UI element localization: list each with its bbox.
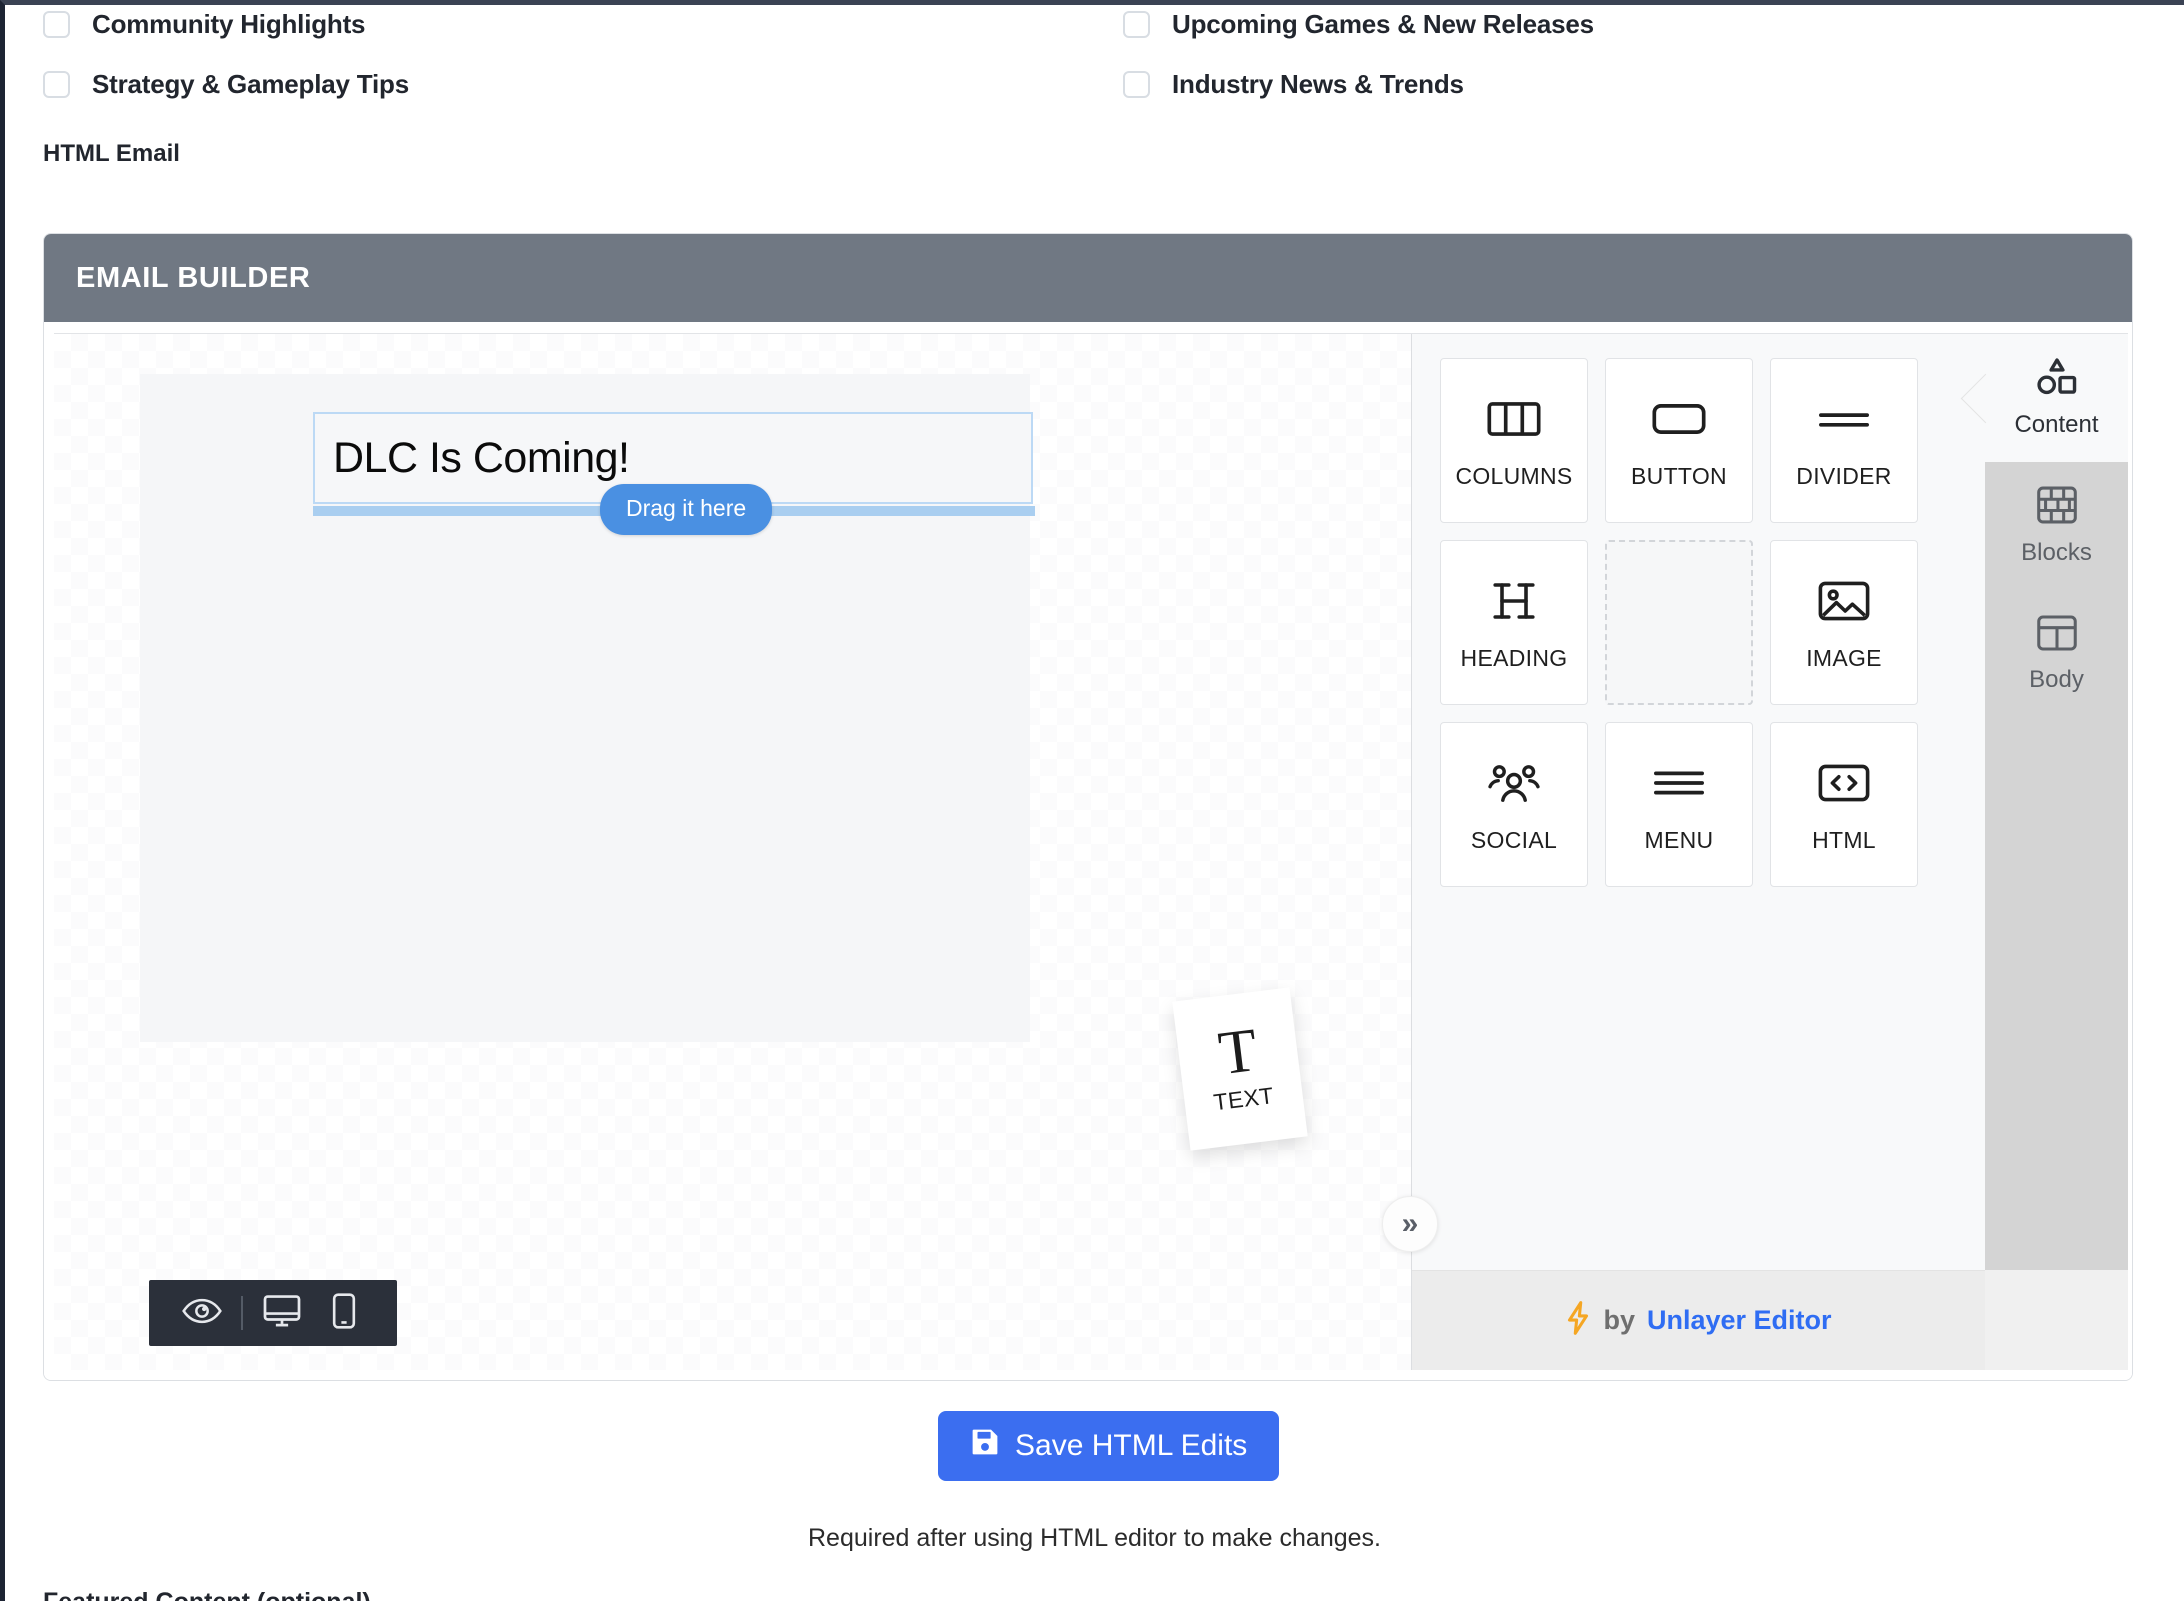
tool-label: MENU [1644, 827, 1714, 853]
side-tab-content[interactable]: Content [1985, 334, 2128, 462]
checkbox-row-strategy-tips[interactable]: Strategy & Gameplay Tips [43, 65, 1123, 103]
checkbox-industry-news[interactable] [1123, 70, 1150, 98]
heading-icon [1490, 573, 1538, 629]
text-t-icon: T [1214, 1015, 1261, 1088]
side-tab-blocks[interactable]: Blocks [1985, 462, 2128, 590]
save-helper-note: Required after using HTML editor to make… [808, 1524, 1381, 1552]
unlayer-attribution-footer: by Unlayer Editor [1412, 1270, 1985, 1370]
checkbox-row-industry-news[interactable]: Industry News & Trends [1123, 65, 2184, 103]
shapes-icon [2034, 357, 2080, 402]
dragged-tile-label: TEXT [1212, 1082, 1276, 1116]
email-builder-body: DLC Is Coming! Drag it here T TEXT COLUM… [44, 323, 2132, 1380]
social-icon [1487, 755, 1541, 811]
lightning-bolt-icon [1565, 1300, 1591, 1341]
drag-it-here-pill: Drag it here [600, 484, 773, 535]
canvas-preview-toolbar [149, 1280, 397, 1346]
checkbox-label: Industry News & Trends [1172, 68, 1464, 99]
tool-tile-button[interactable]: BUTTON [1605, 358, 1753, 523]
desktop-icon [263, 1294, 301, 1333]
featured-content-section-label: Featured Content (optional) [43, 1588, 371, 1601]
tool-label: DIVIDER [1796, 463, 1892, 489]
dragged-text-tile-ghost[interactable]: T TEXT [1172, 987, 1308, 1151]
content-tools-panel: COLUMNS BUTTON DIVIDER HEADING IMAGE SOC… [1411, 334, 1985, 1370]
bricks-icon [2036, 485, 2078, 530]
menu-icon [1652, 755, 1706, 811]
checkbox-label: Strategy & Gameplay Tips [92, 68, 409, 99]
eye-icon [182, 1297, 222, 1330]
html-code-icon [1818, 755, 1870, 811]
desktop-preview-button[interactable] [251, 1280, 313, 1346]
page-root: Community Highlights Upcoming Games & Ne… [0, 0, 2184, 1601]
tool-tile-social[interactable]: SOCIAL [1440, 722, 1588, 887]
columns-icon [1487, 391, 1541, 447]
save-html-edits-button[interactable]: Save HTML Edits [938, 1411, 1280, 1481]
newsletter-topic-checkbox-grid: Community Highlights Upcoming Games & Ne… [43, 5, 2133, 103]
email-builder-card: EMAIL BUILDER DLC Is Coming! Drag it her… [43, 233, 2133, 1381]
email-builder-title: EMAIL BUILDER [76, 261, 311, 294]
canvas-heading-text: DLC Is Coming! [333, 433, 630, 482]
save-floppy-icon [970, 1427, 1000, 1465]
layout-icon [2036, 614, 2078, 657]
mobile-icon [332, 1292, 356, 1334]
editor-side-tabs: Content Blocks Body [1985, 334, 2128, 1370]
tool-tile-divider[interactable]: DIVIDER [1770, 358, 1918, 523]
html-email-section-label: HTML Email [43, 140, 180, 167]
tool-label: IMAGE [1806, 645, 1882, 671]
side-tab-label: Blocks [2021, 539, 2092, 566]
checkbox-row-upcoming-games[interactable]: Upcoming Games & New Releases [1123, 5, 2184, 43]
side-tab-body[interactable]: Body [1985, 590, 2128, 718]
checkbox-label: Upcoming Games & New Releases [1172, 8, 1594, 39]
checkbox-upcoming-games[interactable] [1123, 10, 1150, 38]
tool-label: BUTTON [1631, 463, 1727, 489]
content-tools-grid: COLUMNS BUTTON DIVIDER HEADING IMAGE SOC… [1412, 334, 1985, 887]
side-tab-label: Body [2029, 666, 2084, 693]
tool-tile-html[interactable]: HTML [1770, 722, 1918, 887]
tool-tile-image[interactable]: IMAGE [1770, 540, 1918, 705]
tool-label: HEADING [1460, 645, 1568, 671]
tool-label: HTML [1812, 827, 1876, 853]
tool-tile-heading[interactable]: HEADING [1440, 540, 1588, 705]
tool-label: COLUMNS [1455, 463, 1573, 489]
attribution-by-text: by [1603, 1305, 1635, 1335]
checkbox-label: Community Highlights [92, 8, 366, 39]
mobile-preview-button[interactable] [313, 1280, 375, 1346]
email-builder-header: EMAIL BUILDER [44, 234, 2132, 322]
side-tab-label: Content [2014, 411, 2099, 438]
checkbox-community-highlights[interactable] [43, 10, 70, 38]
editor-shell: DLC Is Coming! Drag it here T TEXT COLUM… [54, 333, 2128, 1370]
checkbox-row-community-highlights[interactable]: Community Highlights [43, 5, 1123, 43]
email-canvas-sheet[interactable]: DLC Is Coming! Drag it here [140, 374, 1035, 1042]
button-icon [1652, 391, 1706, 447]
tool-tile-menu[interactable]: MENU [1605, 722, 1753, 887]
tool-tile-empty-slot[interactable] [1605, 540, 1753, 705]
side-tabs-bottom-strip [1985, 1270, 2128, 1370]
image-icon [1818, 573, 1870, 629]
unlayer-editor-link[interactable]: Unlayer Editor [1647, 1305, 1832, 1336]
chevron-double-right-icon: » [1401, 1207, 1419, 1240]
checkbox-strategy-tips[interactable] [43, 70, 70, 98]
preview-toggle-button[interactable] [171, 1280, 233, 1346]
toolbar-separator [241, 1296, 243, 1330]
divider-icon [1817, 391, 1871, 447]
tool-tile-columns[interactable]: COLUMNS [1440, 358, 1588, 523]
side-tabs-filler [1985, 718, 2128, 1270]
save-button-label: Save HTML Edits [1015, 1429, 1248, 1462]
panel-collapse-button[interactable]: » [1382, 1196, 1438, 1252]
email-canvas-area[interactable]: DLC Is Coming! Drag it here T TEXT [54, 334, 1411, 1370]
tool-label: SOCIAL [1470, 827, 1558, 853]
